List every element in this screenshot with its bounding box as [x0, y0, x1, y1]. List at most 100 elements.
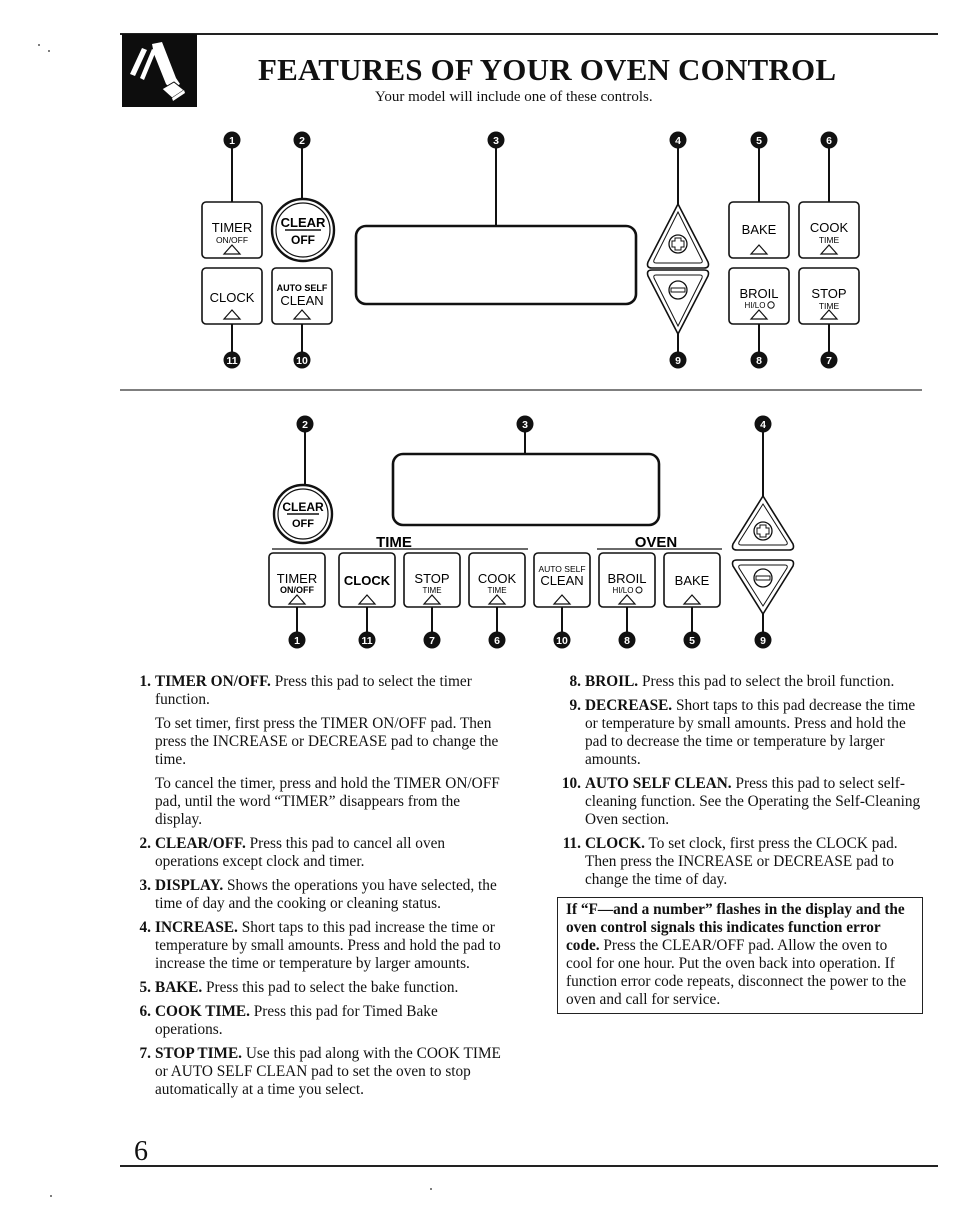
feature-number: 1.	[139, 673, 151, 690]
timer-on-off-pad[interactable]: TIMERON/OFF	[268, 552, 326, 608]
feature-body: INCREASE. Short taps to this pad increas…	[151, 919, 503, 973]
callout-number: 7	[820, 351, 838, 369]
feature-description: COOK TIME. Press this pad for Timed Bake…	[155, 1003, 503, 1039]
stop-time-pad[interactable]: STOP TIME	[798, 267, 860, 325]
feature-term: BAKE.	[155, 979, 203, 996]
feature-description: CLOCK. To set clock, first press the CLO…	[585, 835, 928, 889]
auto-self-clean-pad[interactable]: AUTO SELFCLEAN	[533, 552, 591, 608]
feature-item: 8. BROIL. Press this pad to select the br…	[553, 673, 928, 691]
callout-label: 10	[556, 635, 568, 647]
pad-label: TIMER	[277, 571, 317, 586]
pad-label: STOP	[811, 286, 846, 301]
decrease-pad[interactable]	[646, 269, 710, 336]
pad-label: CLOCK	[210, 290, 255, 305]
cook-time-pad[interactable]: COOKTIME	[468, 552, 526, 608]
callout-label: 9	[760, 635, 766, 647]
feature-paragraph: To cancel the timer, press and hold the …	[155, 775, 500, 828]
broil-pad[interactable]: BROIL HI/LO	[728, 267, 790, 325]
callout-number: 3	[487, 131, 505, 149]
callout-number: 2	[293, 131, 311, 149]
feature-term: CLOCK.	[585, 835, 645, 852]
oven-control-diagrams: TIMER ON/OFF CLEAR OFF CLOCK AUTO SELF C…	[120, 131, 922, 649]
increase-pad[interactable]	[731, 494, 795, 551]
callout-number: 2	[296, 415, 314, 433]
feature-body: AUTO SELF CLEAN. Press this pad to selec…	[581, 775, 928, 829]
callout-label: 11	[361, 635, 372, 647]
display-window	[391, 452, 661, 527]
callout-label: 9	[675, 355, 681, 367]
feature-description: DECREASE. Short taps to this pad decreas…	[585, 697, 928, 769]
feature-number: 7.	[139, 1045, 151, 1062]
callout-number: 8	[750, 351, 768, 369]
increase-pad[interactable]	[646, 202, 710, 269]
callout-label: 8	[756, 355, 762, 367]
feature-description: DISPLAY. Shows the operations you have s…	[155, 877, 503, 913]
callout-number: 3	[516, 415, 534, 433]
feature-body: DISPLAY. Shows the operations you have s…	[151, 877, 503, 913]
cook-time-pad[interactable]: COOK TIME	[798, 201, 860, 259]
feature-description: BROIL. Press this pad to select the broi…	[585, 673, 928, 691]
pad-toplabel: AUTO SELF	[277, 283, 328, 293]
pad-sublabel: HI/LO	[613, 586, 634, 595]
callout-number: 9	[669, 351, 687, 369]
features-list-left: 1. TIMER ON/OFF. Press this pad to select…	[133, 673, 503, 1105]
pad-label: COOK	[478, 571, 517, 586]
clear-off-pad[interactable]: CLEAR OFF	[270, 197, 336, 263]
pad-label: CLEAR	[281, 215, 326, 230]
bake-pad[interactable]: BAKE	[728, 201, 790, 259]
feature-item: 3. DISPLAY. Shows the operations you have…	[133, 877, 503, 913]
bake-pad[interactable]: BAKE	[663, 552, 721, 608]
scan-speck	[430, 1188, 432, 1190]
feature-number: 6.	[139, 1003, 151, 1020]
pad-sublabel: HI/LO	[745, 301, 766, 310]
callout-number: 7	[423, 631, 441, 649]
pad-label: COOK	[810, 220, 849, 235]
scan-speck	[38, 44, 40, 46]
control-panel-a: TIMER ON/OFF CLEAR OFF CLOCK AUTO SELF C…	[201, 131, 860, 369]
broil-pad[interactable]: BROILHI/LO	[598, 552, 656, 608]
pad-label: TIMER	[212, 220, 252, 235]
pad-sublabel: OFF	[292, 518, 314, 530]
feature-term: BROIL.	[585, 673, 639, 690]
clear-off-pad[interactable]: CLEAR OFF	[272, 483, 334, 545]
clock-pad[interactable]: CLOCK	[201, 267, 263, 325]
callout-label: 11	[226, 355, 237, 367]
feature-body: TIMER ON/OFF. Press this pad to select t…	[151, 673, 503, 829]
display-window	[354, 224, 638, 306]
decrease-pad[interactable]	[731, 559, 795, 616]
feature-item: 6. COOK TIME. Press this pad for Timed Ba…	[133, 1003, 503, 1039]
callout-number: 8	[618, 631, 636, 649]
feature-description: TIMER ON/OFF. Press this pad to select t…	[155, 673, 503, 709]
callout-label: 7	[826, 355, 832, 367]
callout-number: 11	[223, 351, 241, 369]
callout-label: 3	[522, 419, 528, 431]
feature-item: 10. AUTO SELF CLEAN. Press this pad to se…	[553, 775, 928, 829]
feature-body: COOK TIME. Press this pad for Timed Bake…	[151, 1003, 503, 1039]
feature-description: STOP TIME. Use this pad along with the C…	[155, 1045, 503, 1099]
timer-on-off-pad[interactable]: TIMER ON/OFF	[201, 201, 263, 259]
callout-label: 2	[302, 419, 308, 431]
pad-sublabel: TIME	[819, 235, 840, 245]
feature-description: CLEAR/OFF. Press this pad to cancel all …	[155, 835, 503, 871]
stop-time-pad[interactable]: STOPTIME	[403, 552, 461, 608]
callout-label: 7	[429, 635, 435, 647]
callout-number: 4	[754, 415, 772, 433]
bottom-rule	[120, 1165, 938, 1167]
callout-number: 11	[358, 631, 376, 649]
pad-label: BAKE	[742, 222, 777, 237]
features-list-right: 8. BROIL. Press this pad to select the br…	[553, 673, 928, 895]
feature-item: 11. CLOCK. To set clock, first press the …	[553, 835, 928, 889]
clock-pad[interactable]: CLOCK	[338, 552, 396, 608]
feature-text: Press this pad to select the broil funct…	[638, 673, 895, 690]
feature-number: 3.	[139, 877, 151, 894]
feature-number: 10.	[561, 775, 581, 792]
feature-description: INCREASE. Short taps to this pad increas…	[155, 919, 503, 973]
scan-speck	[48, 50, 50, 52]
feature-number: 11.	[562, 835, 581, 852]
pad-label: BROIL	[607, 571, 646, 586]
callout-label: 3	[493, 135, 499, 147]
callout-label: 4	[760, 419, 766, 431]
auto-self-clean-pad[interactable]: AUTO SELF CLEAN	[271, 267, 333, 325]
feature-term: DISPLAY.	[155, 877, 224, 894]
feature-body: STOP TIME. Use this pad along with the C…	[151, 1045, 503, 1099]
